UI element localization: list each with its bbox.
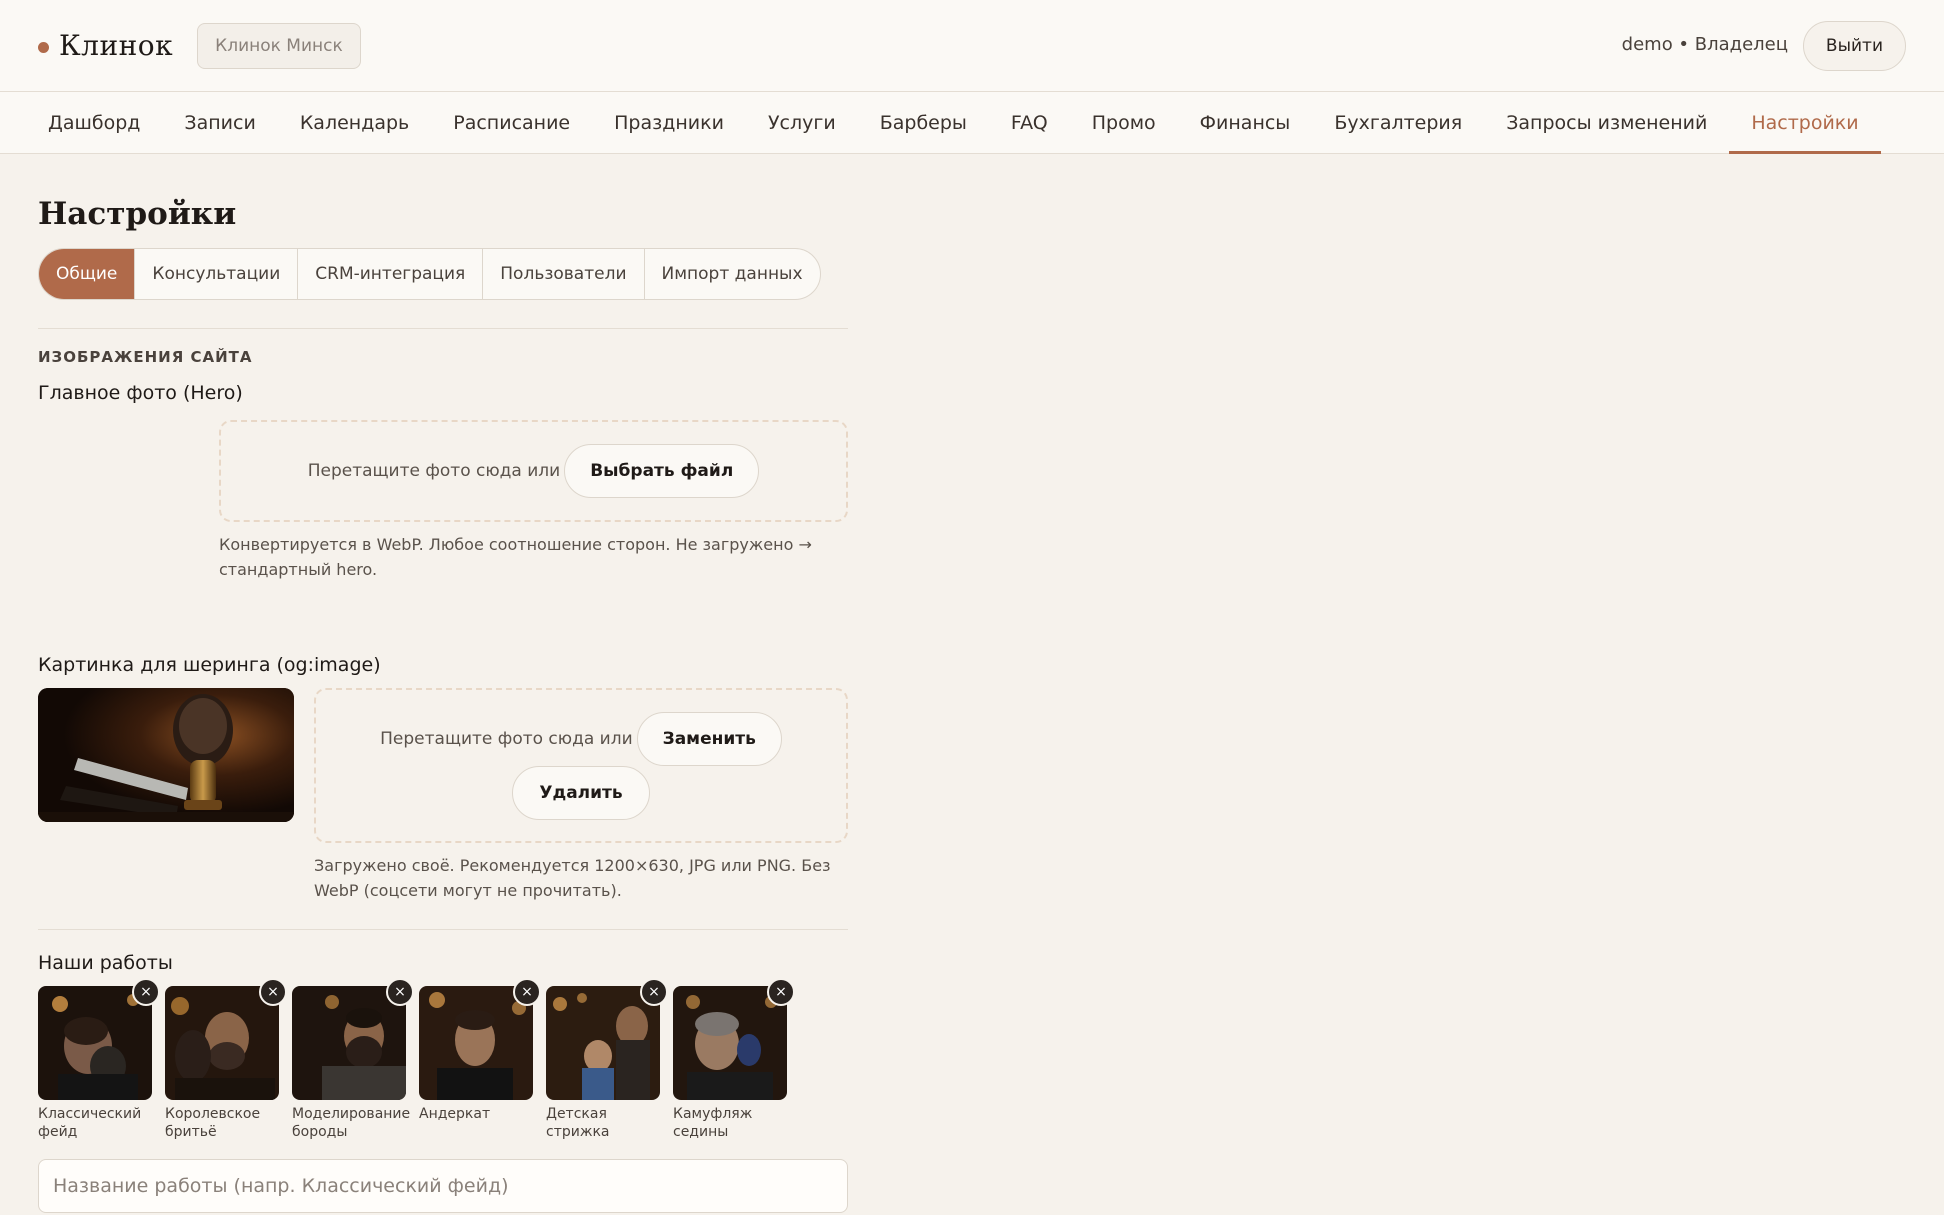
og-image-preview	[38, 688, 294, 822]
work-item: × Моделирование бороды	[292, 978, 414, 1141]
nav-item-holidays[interactable]: Праздники	[592, 92, 746, 153]
work-thumbnail	[165, 986, 279, 1100]
user-info: demo • Владелец	[1621, 34, 1788, 55]
og-hint: Загружено своё. Рекомендуется 1200×630, …	[314, 856, 831, 900]
nav-item-finance[interactable]: Финансы	[1178, 92, 1313, 153]
work-caption: Классический фейд	[38, 1106, 142, 1140]
brand: Клинок	[38, 29, 173, 62]
og-dropzone[interactable]: Перетащите фото сюда или Заменить Удалит…	[314, 688, 848, 843]
studio-selector[interactable]: Клинок Минск	[197, 22, 361, 69]
remove-work-button[interactable]: ×	[640, 978, 668, 1006]
nav-item-promo[interactable]: Промо	[1070, 92, 1178, 153]
barber-photo-image	[546, 986, 660, 1100]
work-item: × Детская стрижка	[546, 978, 668, 1141]
work-caption: Королевское бритьё	[165, 1106, 261, 1140]
works-gallery: × Классический фейд × Королевское бритьё	[38, 978, 848, 1141]
remove-work-button[interactable]: ×	[513, 978, 541, 1006]
barber-photo-image	[38, 986, 152, 1100]
work-thumbnail	[546, 986, 660, 1100]
remove-work-button[interactable]: ×	[386, 978, 414, 1006]
tab-users[interactable]: Пользователи	[483, 249, 645, 299]
barber-photo-image	[165, 986, 279, 1100]
og-replace-button[interactable]: Заменить	[636, 711, 782, 766]
tab-data-import[interactable]: Импорт данных	[645, 249, 820, 299]
shaving-brush-razor-image	[38, 688, 294, 822]
hero-choose-file-button[interactable]: Выбрать файл	[564, 444, 760, 498]
barber-photo-image	[673, 986, 787, 1100]
og-title: Картинка для шеринга (og:image)	[38, 654, 381, 676]
top-bar: Клинок Клинок Минск demo • Владелец Выйт…	[0, 0, 1944, 92]
brand-name: Клинок	[59, 29, 174, 62]
section-divider	[38, 328, 848, 329]
work-item: × Андеркат	[419, 978, 541, 1141]
settings-tabs: Общие Консультации CRM-интеграция Пользо…	[38, 248, 821, 300]
nav-item-accounting[interactable]: Бухгалтерия	[1312, 92, 1484, 153]
barber-photo-image	[292, 986, 406, 1100]
section-label-site-images: ИЗОБРАЖЕНИЯ САЙТА	[38, 348, 253, 366]
nav-item-calendar[interactable]: Календарь	[278, 92, 431, 153]
work-item: × Камуфляж седины	[673, 978, 795, 1141]
work-caption: Андеркат	[419, 1106, 491, 1122]
settings-main: Настройки Общие Консультации CRM-интегра…	[0, 194, 848, 1213]
section-divider	[38, 929, 848, 930]
work-thumbnail	[673, 986, 787, 1100]
nav-item-services[interactable]: Услуги	[746, 92, 858, 153]
page-title: Настройки	[38, 196, 237, 232]
og-row: Перетащите фото сюда или Заменить Удалит…	[38, 688, 848, 903]
works-title: Наши работы	[38, 952, 173, 974]
nav-item-schedule[interactable]: Расписание	[431, 92, 592, 153]
tab-crm-integration[interactable]: CRM-интеграция	[298, 249, 484, 299]
og-delete-button[interactable]: Удалить	[512, 765, 650, 820]
remove-work-button[interactable]: ×	[259, 978, 287, 1006]
work-item: × Классический фейд	[38, 978, 160, 1141]
nav-item-barbers[interactable]: Барберы	[858, 92, 989, 153]
work-item: × Королевское бритьё	[165, 978, 287, 1141]
nav-item-dashboard[interactable]: Дашборд	[26, 92, 162, 153]
remove-work-button[interactable]: ×	[132, 978, 160, 1006]
tab-general[interactable]: Общие	[39, 249, 136, 299]
nav-item-faq[interactable]: FAQ	[989, 92, 1070, 153]
hero-upload-block: Перетащите фото сюда или Выбрать файл Ко…	[219, 420, 848, 582]
work-caption: Камуфляж седины	[673, 1106, 753, 1140]
work-caption: Детская стрижка	[546, 1106, 610, 1140]
og-upload-block: Перетащите фото сюда или Заменить Удалит…	[314, 688, 848, 903]
hero-title: Главное фото (Hero)	[38, 382, 243, 404]
work-caption: Моделирование бороды	[292, 1106, 411, 1140]
barber-photo-image	[419, 986, 533, 1100]
nav-item-bookings[interactable]: Записи	[162, 92, 277, 153]
work-thumbnail	[292, 986, 406, 1100]
logout-button[interactable]: Выйти	[1802, 21, 1906, 71]
hero-drop-text: Перетащите фото сюда или	[307, 461, 561, 481]
hero-hint: Конвертируется в WebP. Любое соотношение…	[219, 535, 812, 579]
main-nav: Дашборд Записи Календарь Расписание Праз…	[0, 92, 1944, 154]
tab-consultations[interactable]: Консультации	[135, 249, 299, 299]
brand-dot-icon	[38, 42, 49, 53]
work-thumbnail	[419, 986, 533, 1100]
work-name-input[interactable]	[38, 1159, 848, 1213]
remove-work-button[interactable]: ×	[767, 978, 795, 1006]
og-drop-text: Перетащите фото сюда или	[380, 728, 633, 749]
work-thumbnail	[38, 986, 152, 1100]
hero-dropzone[interactable]: Перетащите фото сюда или Выбрать файл	[219, 420, 848, 522]
nav-item-change-requests[interactable]: Запросы изменений	[1484, 92, 1729, 153]
nav-item-settings[interactable]: Настройки	[1729, 92, 1881, 154]
